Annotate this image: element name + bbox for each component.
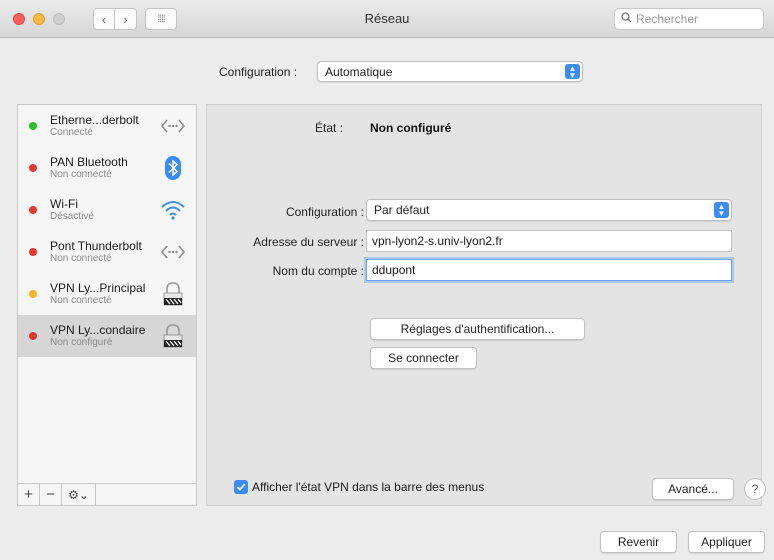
- ethernet-icon: [161, 119, 185, 133]
- service-item-vpn-secondaire[interactable]: VPN Ly...condaire Non configuré: [18, 315, 196, 357]
- search-input[interactable]: Rechercher: [614, 8, 764, 30]
- revert-button[interactable]: Revenir: [600, 531, 677, 553]
- remove-service-button[interactable]: −: [40, 484, 62, 505]
- status-dot: [29, 248, 37, 256]
- help-button[interactable]: ?: [744, 478, 766, 500]
- vpn-config-value: Par défaut: [374, 203, 430, 217]
- service-item-wifi[interactable]: Wi-Fi Désactivé: [18, 189, 196, 231]
- state-label: État :: [315, 121, 344, 135]
- account-name-field[interactable]: ddupont: [366, 259, 732, 281]
- service-status: Désactivé: [50, 211, 94, 222]
- detail-pane: [206, 104, 762, 506]
- server-address-value: vpn-lyon2-s.univ-lyon2.fr: [372, 234, 503, 248]
- service-status: Connecté: [50, 127, 93, 138]
- location-label: Configuration :: [219, 65, 298, 79]
- service-status: Non configuré: [50, 337, 113, 348]
- connect-button[interactable]: Se connecter: [370, 347, 477, 369]
- service-list-toolbar: + − ⚙⌄: [17, 484, 197, 506]
- service-item-vpn-principal[interactable]: VPN Ly...Principal Non connecté: [18, 273, 196, 315]
- status-dot: [29, 122, 37, 130]
- location-popup[interactable]: Automatique ▲ ▼: [317, 61, 583, 82]
- thunderbolt-bridge-icon: [161, 245, 185, 259]
- status-dot: [29, 206, 37, 214]
- show-vpn-status-label[interactable]: Afficher l'état VPN dans la barre des me…: [252, 480, 484, 494]
- service-name: Wi-Fi: [50, 197, 78, 211]
- gear-icon[interactable]: ⚙⌄: [62, 484, 96, 505]
- status-dot: [29, 290, 37, 298]
- popup-arrows-icon: ▲ ▼: [565, 64, 580, 79]
- vpn-lock-icon: [163, 282, 183, 306]
- server-address-label: Adresse du serveur :: [253, 235, 364, 249]
- account-name-label: Nom du compte :: [272, 264, 364, 278]
- state-value: Non configuré: [370, 121, 452, 135]
- apply-button[interactable]: Appliquer: [688, 531, 765, 553]
- service-item-bluetooth[interactable]: PAN Bluetooth Non connecté: [18, 147, 196, 189]
- wifi-icon: [161, 201, 185, 220]
- vpn-config-popup[interactable]: Par défaut ▲ ▼: [366, 199, 732, 221]
- service-list: Etherne...derbolt Connecté PAN Bluetooth…: [17, 104, 197, 484]
- service-name: PAN Bluetooth: [50, 155, 128, 169]
- authentication-settings-button[interactable]: Réglages d'authentification...: [370, 318, 585, 340]
- account-name-value: ddupont: [372, 263, 416, 277]
- title-bar: ‹ › ⁞⁞⁞⁞ Réseau Rechercher: [0, 0, 774, 38]
- checkmark-icon: [236, 483, 246, 491]
- status-dot: [29, 164, 37, 172]
- search-placeholder: Rechercher: [636, 12, 699, 26]
- server-address-field[interactable]: vpn-lyon2-s.univ-lyon2.fr: [366, 230, 732, 252]
- vpn-config-label: Configuration :: [285, 205, 364, 219]
- service-item-thunderbolt-bridge[interactable]: Pont Thunderbolt Non connecté: [18, 231, 196, 273]
- service-name: Pont Thunderbolt: [50, 239, 142, 253]
- advanced-button[interactable]: Avancé...: [652, 478, 734, 500]
- service-name: Etherne...derbolt: [50, 113, 139, 127]
- service-item-ethernet[interactable]: Etherne...derbolt Connecté: [18, 105, 196, 147]
- popup-arrows-icon: ▲ ▼: [714, 202, 729, 218]
- service-name: VPN Ly...condaire: [50, 323, 146, 337]
- service-status: Non connecté: [50, 253, 112, 264]
- show-vpn-status-checkbox[interactable]: [234, 480, 248, 494]
- search-icon: [621, 12, 632, 26]
- service-status: Non connecté: [50, 295, 112, 306]
- status-dot: [29, 332, 37, 340]
- service-name: VPN Ly...Principal: [50, 281, 146, 295]
- service-status: Non connecté: [50, 169, 112, 180]
- bluetooth-icon: [165, 156, 181, 180]
- add-service-button[interactable]: +: [18, 484, 40, 505]
- location-value: Automatique: [325, 64, 393, 79]
- vpn-lock-icon: [163, 324, 183, 348]
